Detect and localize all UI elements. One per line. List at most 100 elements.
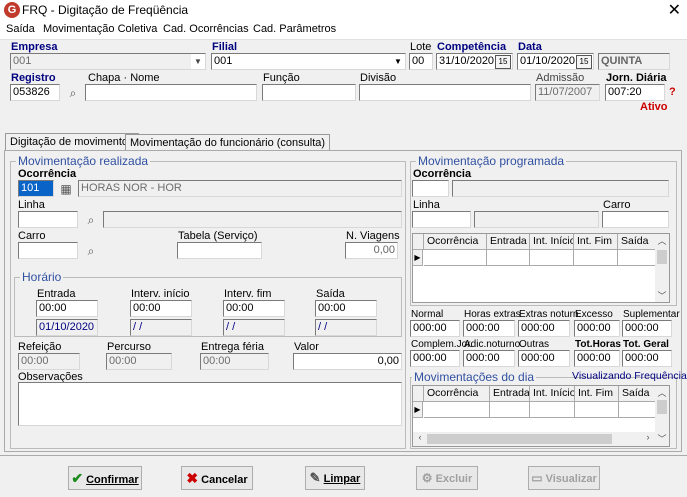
observacoes-textarea[interactable] bbox=[18, 382, 402, 426]
programada-title: Movimentação programada bbox=[416, 154, 567, 168]
table-cell[interactable] bbox=[619, 402, 657, 418]
prog-grid-scrollbar[interactable]: ︿ ﹀ bbox=[655, 234, 669, 302]
limpar-button[interactable]: ✎ Limpar bbox=[305, 466, 365, 490]
menu-item-saida[interactable]: Saída bbox=[6, 23, 35, 35]
prog-ocorrencia-field[interactable] bbox=[412, 180, 449, 197]
menu-item-cad-ocorrencias[interactable]: Cad. Ocorrências bbox=[163, 23, 249, 35]
suplementar-field: 000:00 bbox=[622, 320, 672, 337]
grid-header-ocorrencia[interactable]: Ocorrência bbox=[424, 234, 487, 250]
prog-grid[interactable]: Ocorrência Entrada Int. Início Int. Fim … bbox=[412, 233, 670, 303]
grid-header-saida[interactable]: Saída bbox=[618, 234, 657, 250]
dia-grid-vscrollbar[interactable]: ︿ bbox=[655, 386, 669, 432]
valor-field[interactable]: 0,00 bbox=[293, 353, 402, 370]
table-cell[interactable] bbox=[574, 250, 618, 266]
scroll-left-icon[interactable]: ‹ bbox=[413, 432, 427, 442]
confirmar-button[interactable]: ✔ Confirmar bbox=[68, 466, 142, 490]
close-icon[interactable]: ✕ bbox=[668, 0, 681, 20]
funcao-field[interactable] bbox=[262, 84, 356, 101]
table-cell[interactable] bbox=[530, 402, 575, 418]
refeicao-field[interactable]: 00:00 bbox=[18, 353, 80, 370]
table-cell[interactable] bbox=[424, 250, 487, 266]
interv-fim-time-field[interactable]: 00:00 bbox=[223, 300, 285, 317]
data-field[interactable]: 01/10/2020 15 bbox=[517, 53, 594, 70]
chevron-down-icon[interactable]: ▼ bbox=[391, 54, 405, 69]
interv-inicio-time-field[interactable]: 00:00 bbox=[130, 300, 192, 317]
monitor-icon: ▭ bbox=[531, 471, 543, 485]
scroll-thumb[interactable] bbox=[657, 250, 667, 264]
movimentacoes-dia-grid[interactable]: Ocorrência Entrada Int. Início Int. Fim … bbox=[412, 385, 670, 447]
grid-header-entrada[interactable]: Entrada bbox=[490, 386, 530, 402]
table-cell[interactable] bbox=[487, 250, 530, 266]
dia-grid-hscrollbar[interactable]: ‹ › ﹀ bbox=[413, 432, 669, 446]
tab-movimentacao-funcionario[interactable]: Movimentação do funcionário (consulta) bbox=[125, 134, 331, 150]
prog-linha-field[interactable] bbox=[412, 211, 471, 228]
carro-field[interactable] bbox=[18, 242, 78, 259]
table-cell[interactable] bbox=[575, 402, 619, 418]
chevron-down-icon[interactable]: ▼ bbox=[191, 54, 205, 69]
interv-inicio-date-field: / / bbox=[130, 319, 192, 336]
weekday-field: QUINTA bbox=[598, 53, 670, 70]
tabela-label: Tabela (Serviço) bbox=[178, 230, 258, 242]
scroll-up-icon[interactable]: ︿ bbox=[655, 386, 669, 399]
calendar-icon[interactable]: 15 bbox=[576, 55, 592, 69]
n-viagens-field[interactable]: 0,00 bbox=[345, 242, 398, 259]
grid-header-ocorrencia[interactable]: Ocorrência bbox=[424, 386, 490, 402]
title-bar: G FRQ - Digitação de Freqüência ✕ bbox=[0, 0, 687, 20]
entrega-feria-field[interactable]: 00:00 bbox=[200, 353, 269, 370]
tabela-field[interactable] bbox=[177, 242, 262, 259]
tot-horas-field: 000:00 bbox=[574, 350, 620, 367]
visualizar-button[interactable]: ▭ Visualizar bbox=[528, 466, 600, 490]
divisao-field[interactable] bbox=[359, 84, 531, 101]
status-label: Ativo bbox=[640, 101, 668, 113]
scroll-up-icon[interactable]: ︿ bbox=[655, 234, 669, 247]
scroll-thumb[interactable] bbox=[657, 400, 667, 414]
grid-header-int-inicio[interactable]: Int. Início bbox=[530, 234, 574, 250]
saida-time-field[interactable]: 00:00 bbox=[315, 300, 377, 317]
table-cell[interactable] bbox=[424, 402, 490, 418]
linha-field[interactable] bbox=[18, 211, 78, 228]
prog-carro-field[interactable] bbox=[602, 211, 669, 228]
percurso-field[interactable]: 00:00 bbox=[106, 353, 172, 370]
registro-field[interactable]: 053826 bbox=[10, 84, 60, 101]
chapa-nome-field[interactable] bbox=[85, 84, 257, 101]
scroll-down-icon[interactable]: ﹀ bbox=[655, 432, 669, 445]
tab-digitacao-movimentos[interactable]: Digitação de movimentos bbox=[5, 133, 139, 151]
scroll-down-icon[interactable]: ﹀ bbox=[655, 289, 669, 302]
grid-header-entrada[interactable]: Entrada bbox=[487, 234, 530, 250]
grid-header-int-fim[interactable]: Int. Fim bbox=[574, 234, 618, 250]
competencia-value: 31/10/2020 bbox=[439, 55, 495, 67]
realizada-title: Movimentação realizada bbox=[16, 154, 151, 168]
grid-header-int-fim[interactable]: Int. Fim bbox=[575, 386, 619, 402]
scroll-thumb[interactable] bbox=[427, 434, 612, 444]
menu-bar: Saída Movimentação Coletiva Cad. Ocorrên… bbox=[0, 20, 687, 40]
empresa-combo[interactable]: 001 ▼ bbox=[10, 53, 206, 70]
cancelar-button[interactable]: ✖ Cancelar bbox=[181, 466, 253, 490]
lote-field[interactable]: 00 bbox=[409, 53, 433, 70]
grid-header-int-inicio[interactable]: Int. Início bbox=[530, 386, 575, 402]
help-icon[interactable]: ? bbox=[669, 86, 676, 98]
binoculars-icon[interactable]: ⌕ bbox=[82, 243, 100, 259]
scroll-right-icon[interactable]: › bbox=[641, 432, 655, 442]
binoculars-icon[interactable]: ⌕ bbox=[64, 85, 82, 101]
complem-jor-field: 000:00 bbox=[410, 350, 460, 367]
grid-header-saida[interactable]: Saída bbox=[619, 386, 657, 402]
ocorrencia-code-field[interactable]: 101 bbox=[18, 180, 54, 197]
table-cell[interactable] bbox=[530, 250, 574, 266]
entrada-date-field: 01/10/2020 bbox=[36, 319, 98, 336]
jorn-diaria-field[interactable]: 007:20 bbox=[605, 84, 665, 101]
binoculars-icon[interactable]: ⌕ bbox=[82, 212, 100, 228]
filial-combo[interactable]: 001 ▼ bbox=[211, 53, 406, 70]
visualizar-label: Visualizar bbox=[545, 473, 597, 485]
admissao-field: 11/07/2007 bbox=[535, 84, 600, 101]
entrada-time-field[interactable]: 00:00 bbox=[36, 300, 98, 317]
menu-item-cad-parametros[interactable]: Cad. Parâmetros bbox=[253, 23, 336, 35]
competencia-field[interactable]: 31/10/2020 15 bbox=[436, 53, 513, 70]
table-cell[interactable] bbox=[490, 402, 530, 418]
table-cell[interactable] bbox=[618, 250, 657, 266]
excluir-button[interactable]: ⚙ Excluir bbox=[416, 466, 478, 490]
calculator-icon[interactable]: ▦ bbox=[57, 181, 75, 197]
excesso-field: 000:00 bbox=[574, 320, 620, 337]
jorn-diaria-label: Jorn. Diária bbox=[606, 72, 667, 84]
calendar-icon[interactable]: 15 bbox=[495, 55, 511, 69]
menu-item-movimentacao-coletiva[interactable]: Movimentação Coletiva bbox=[43, 23, 157, 35]
